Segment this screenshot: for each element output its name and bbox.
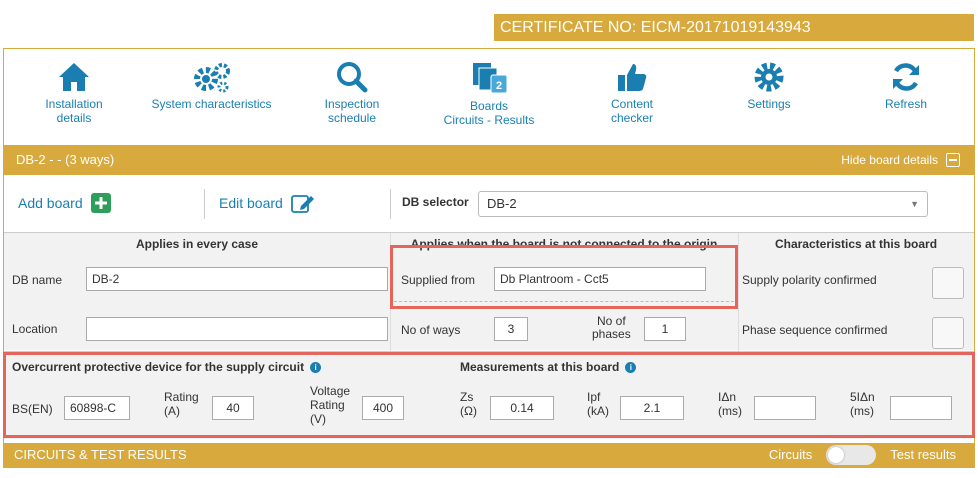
add-board-button[interactable]: Add board (18, 193, 111, 213)
toolbar-settings[interactable]: Settings (729, 61, 809, 111)
supplied-from-label: Supplied from (401, 273, 476, 287)
toolbar-installation-details[interactable]: Installation details (34, 61, 114, 125)
board-header-bar: DB-2 - - (3 ways) Hide board details (4, 145, 974, 175)
db-name-label: DB name (12, 273, 63, 287)
five-idn-label: 5IΔn (ms) (850, 390, 875, 418)
supplied-from-input[interactable]: Db Plantroom - Cct5 (494, 267, 706, 291)
db-selector-value: DB-2 (487, 196, 517, 211)
board-actions: Add board Edit board DB selector DB-2 ▼ (4, 179, 974, 229)
phase-sequence-checkbox[interactable] (932, 317, 964, 349)
edit-board-label: Edit board (219, 195, 283, 211)
zs-label: Zs (Ω) (460, 390, 477, 418)
circuits-test-results-title: CIRCUITS & TEST RESULTS (14, 447, 187, 462)
toolbar-label: System characteristics (151, 97, 272, 111)
toolbar-refresh[interactable]: Refresh (866, 61, 946, 111)
header-every-case: Applies in every case (135, 237, 259, 251)
header-characteristics: Characteristics at this board (774, 237, 938, 251)
voltage-rating-input[interactable]: 400 (362, 396, 404, 420)
five-idn-input[interactable] (890, 396, 952, 420)
db-selector-label: DB selector (402, 195, 469, 209)
location-label: Location (12, 322, 58, 336)
collapse-icon (946, 153, 960, 167)
location-input[interactable] (86, 317, 388, 341)
toolbar: Installation details System characterist… (4, 49, 974, 143)
search-icon (337, 62, 368, 93)
home-icon (59, 63, 89, 91)
no-of-ways-input[interactable]: 3 (494, 317, 528, 341)
circuits-test-results-bar: CIRCUITS & TEST RESULTS Circuits Test re… (4, 443, 974, 467)
gear-icon (754, 62, 784, 92)
toolbar-label: Content checker (610, 97, 654, 125)
zs-input[interactable]: 0.14 (490, 396, 554, 420)
supply-circuit-section: Overcurrent protective device for the su… (4, 351, 974, 439)
divider (204, 189, 205, 219)
edit-board-button[interactable]: Edit board (219, 193, 315, 213)
main-panel: Installation details System characterist… (3, 48, 975, 468)
edit-icon (290, 195, 314, 213)
info-icon[interactable]: i (625, 361, 637, 373)
rating-label: Rating (A) (164, 390, 199, 418)
boards-badge: 2 (496, 80, 502, 92)
idn-input[interactable] (754, 396, 816, 420)
add-board-label: Add board (18, 195, 83, 211)
measurements-header: Measurements at this board i (460, 360, 637, 374)
board-title: DB-2 - - (3 ways) (16, 152, 115, 167)
toggle-knob (828, 447, 845, 463)
toolbar-label: Boards Circuits - Results (443, 99, 535, 127)
thumbs-up-icon (618, 64, 647, 91)
board-details-grid: Applies in every case Applies when the b… (4, 232, 974, 351)
boards-icon: 2 (473, 63, 508, 94)
measurements-title: Measurements at this board (460, 360, 620, 374)
ipf-label: Ipf (kA) (587, 390, 609, 418)
circuits-test-results-toggle[interactable] (826, 445, 877, 465)
bs-en-label: BS(EN) (12, 402, 53, 416)
ipf-input[interactable]: 2.1 (620, 396, 684, 420)
test-results-label: Test results (890, 447, 956, 462)
plus-icon (90, 193, 111, 213)
no-of-phases-label: No of phases (592, 314, 631, 341)
ocpd-title: Overcurrent protective device for the su… (12, 360, 305, 374)
rating-input[interactable]: 40 (212, 396, 254, 420)
db-selector-dropdown[interactable]: DB-2 ▼ (478, 191, 928, 217)
bs-en-input[interactable]: 60898-C (64, 396, 130, 420)
no-of-ways-label: No of ways (401, 323, 461, 337)
dashed-divider (394, 301, 734, 302)
voltage-rating-label: Voltage Rating (V) (310, 384, 351, 426)
header-not-origin: Applies when the board is not connected … (410, 237, 718, 251)
toolbar-label: Installation details (45, 97, 103, 125)
view-toggle-group: Circuits Test results (769, 443, 956, 467)
hide-board-details-button[interactable]: Hide board details (841, 145, 960, 175)
toolbar-inspection-schedule[interactable]: Inspection schedule (312, 61, 392, 125)
idn-label: IΔn (ms) (718, 390, 742, 418)
hide-board-details-label: Hide board details (841, 153, 938, 167)
toolbar-label: Settings (747, 97, 791, 111)
no-of-phases-input[interactable]: 1 (644, 317, 686, 341)
supply-polarity-label: Supply polarity confirmed (742, 273, 877, 287)
supply-polarity-checkbox[interactable] (932, 267, 964, 299)
toolbar-content-checker[interactable]: Content checker (592, 61, 672, 125)
info-icon[interactable]: i (310, 361, 322, 373)
phase-sequence-label: Phase sequence confirmed (742, 323, 888, 337)
certificate-number: CERTIFICATE NO: EICM-20171019143943 (494, 14, 974, 41)
toolbar-boards-circuits-results[interactable]: 2 Boards Circuits - Results (434, 61, 544, 127)
gears-icon (193, 63, 230, 93)
toolbar-label: Inspection schedule (324, 97, 380, 125)
circuits-label: Circuits (768, 447, 813, 462)
divider (390, 189, 391, 219)
db-name-input[interactable]: DB-2 (86, 267, 388, 291)
toolbar-label: Refresh (884, 97, 928, 111)
refresh-icon (893, 63, 919, 91)
toolbar-system-characteristics[interactable]: System characteristics (149, 61, 274, 111)
ocpd-header: Overcurrent protective device for the su… (12, 360, 322, 374)
chevron-down-icon: ▼ (910, 199, 919, 209)
